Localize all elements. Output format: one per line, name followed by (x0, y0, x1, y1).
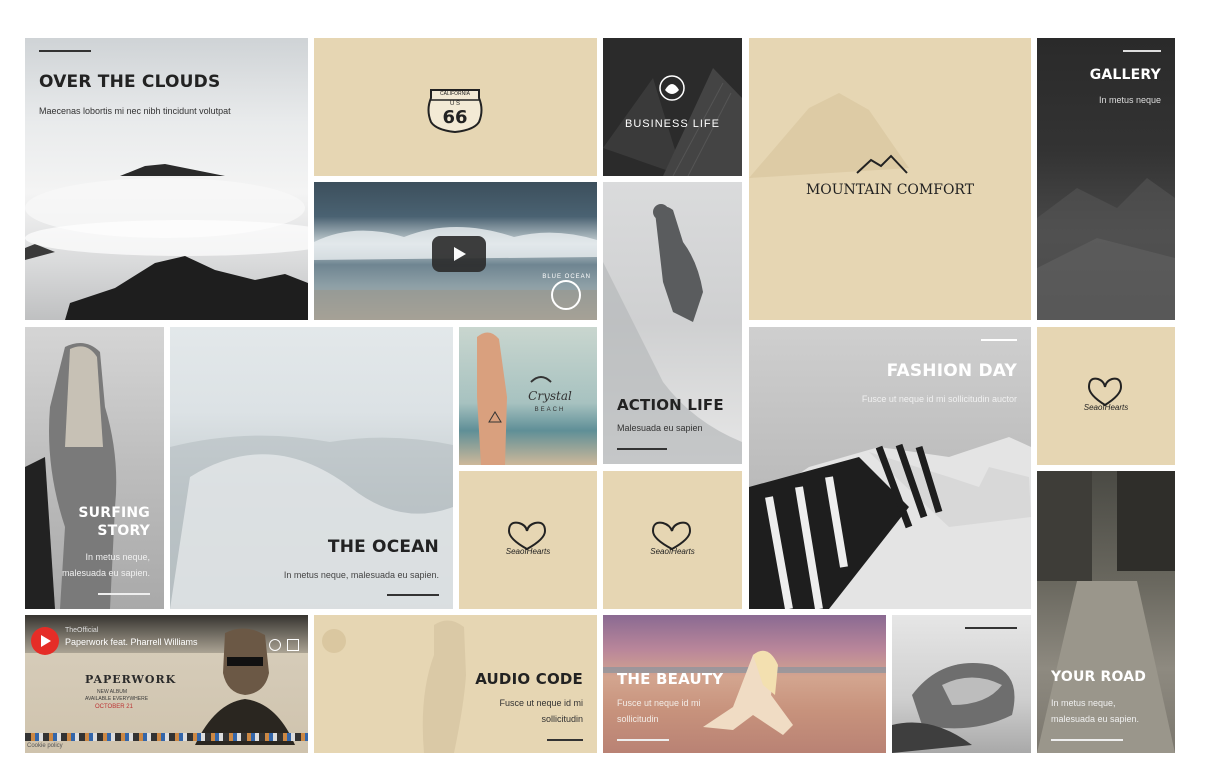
play-icon (454, 247, 466, 261)
tile-title: FASHION DAY (886, 361, 1017, 381)
title-bar (547, 739, 583, 741)
tile-subtitle-line-1: Fusce ut neque id mi (617, 698, 701, 708)
tile-sea-of-hearts-1[interactable]: SeaofHearts (1037, 327, 1175, 465)
tile-business-life[interactable]: BUSINESS LIFE (603, 38, 742, 176)
sea-of-hearts-label: SeaofHearts (1083, 403, 1129, 412)
tile-surfing-story[interactable]: SURFING STORY In metus neque, malesuada … (25, 327, 164, 609)
sea-of-hearts-label: SeaofHearts (505, 547, 551, 556)
tile-route-66[interactable]: CALIFORNIA U S 66 (314, 38, 597, 176)
route-66-number: 66 (442, 107, 468, 128)
tile-fashion-day[interactable]: FASHION DAY Fusce ut neque id mi sollici… (749, 327, 1031, 609)
tile-subtitle: In metus neque (1098, 95, 1161, 105)
tile-the-beauty[interactable]: THE BEAUTY Fusce ut neque id mi sollicit… (603, 615, 886, 753)
video-title[interactable]: Paperwork feat. Pharrell Williams (65, 637, 198, 647)
video-footer-text: Cookie policy (27, 743, 63, 749)
poster-title: PAPERWORK (85, 673, 177, 686)
tile-sea-of-hearts-3[interactable]: SeaofHearts (603, 471, 742, 609)
tile-audio-code[interactable]: AUDIO CODE Fusce ut neque id mi sollicit… (314, 615, 597, 753)
tile-action-life[interactable]: ACTION LIFE Malesuada eu sapien (603, 182, 742, 464)
crystal-beach-logo: Crystal (528, 389, 572, 403)
sea-of-hearts-label: SeaofHearts (650, 547, 695, 556)
tile-subtitle-line-1: In metus neque, (85, 552, 150, 562)
tile-subtitle: Fusce ut neque id mi sollicitudin auctor (861, 394, 1017, 404)
tile-subtitle-line-1: In metus neque, (1051, 698, 1116, 708)
tile-title: THE BEAUTY (617, 670, 724, 688)
mountain-comfort-label: MOUNTAIN COMFORT (805, 182, 975, 198)
tile-subtitle-line-2: sollicitudin (541, 714, 583, 724)
business-life-label: BUSINESS LIFE (625, 118, 720, 130)
tile-title: OVER THE CLOUDS (39, 72, 221, 92)
play-triangle-icon (41, 635, 51, 647)
tile-subtitle: Maecenas lobortis mi nec nibh tincidunt … (39, 106, 231, 116)
poster-line-4: OCTOBER 21 (95, 704, 133, 710)
mountain-comfort-logo-icon (749, 93, 909, 178)
singer-portrait-image (195, 628, 295, 745)
crystal-beach-logo-sub: BEACH (534, 407, 566, 413)
tile-subtitle-line-2: malesuada eu sapien. (1051, 714, 1140, 724)
tile-crystal-beach[interactable]: Crystal BEACH (459, 327, 597, 465)
title-bar (387, 594, 439, 596)
poster-line-2: NEW ALBUM (97, 689, 128, 695)
video-channel: TheOfficial (65, 627, 99, 634)
route-66-sign-top: CALIFORNIA (439, 91, 470, 97)
tile-title: ACTION LIFE (617, 396, 724, 414)
title-bar (39, 50, 91, 52)
title-bar (98, 593, 150, 595)
tile-sea-of-hearts-2[interactable]: SeaofHearts (459, 471, 597, 609)
tile-title: AUDIO CODE (475, 670, 583, 688)
tile-title-line-2: STORY (97, 523, 150, 539)
poster-line-3: AVAILABLE EVERYWHERE (85, 696, 149, 702)
tile-title-line-1: SURFING (78, 505, 150, 521)
tile-subtitle-line-1: Fusce ut neque id mi (499, 698, 583, 708)
hearts-logo-icon (1087, 377, 1123, 407)
building-image (603, 68, 742, 176)
hearts-logo-icon (507, 521, 547, 551)
tile-over-the-clouds[interactable]: OVER THE CLOUDS Maecenas lobortis mi nec… (25, 38, 308, 320)
tile-video-embed[interactable]: TheOfficial Paperwork feat. Pharrell Wil… (25, 615, 308, 753)
tile-shell-image[interactable] (892, 615, 1031, 753)
tile-title: GALLERY (1089, 67, 1161, 83)
tile-mountain-comfort[interactable]: MOUNTAIN COMFORT (749, 38, 1031, 320)
tile-title: YOUR ROAD (1051, 669, 1147, 685)
tile-gallery[interactable]: GALLERY In metus neque (1037, 38, 1175, 320)
tile-your-road[interactable]: YOUR ROAD In metus neque, malesuada eu s… (1037, 471, 1175, 753)
title-bar (1123, 50, 1161, 52)
tile-the-ocean[interactable]: THE OCEAN In metus neque, malesuada eu s… (170, 327, 453, 609)
play-button[interactable] (432, 236, 486, 272)
tile-subtitle: In metus neque, malesuada eu sapien. (283, 570, 439, 580)
blue-ocean-logo-icon (551, 280, 581, 310)
tile-subtitle-line-2: malesuada eu sapien. (61, 568, 150, 578)
youtube-play-icon[interactable] (31, 627, 59, 655)
title-bar (617, 739, 669, 741)
blue-ocean-logo-text: BLUE OCEAN (542, 274, 591, 280)
title-bar (981, 339, 1017, 341)
hearts-logo-icon (651, 521, 692, 551)
video-progress-strip (25, 733, 308, 741)
shell-image (892, 663, 1015, 753)
title-bar (965, 627, 1017, 629)
tile-subtitle: Malesuada eu sapien (617, 423, 703, 433)
title-bar (1051, 739, 1123, 741)
tile-blue-ocean-video[interactable]: BLUE OCEAN (314, 182, 597, 320)
tile-title: THE OCEAN (327, 537, 439, 557)
tile-subtitle-line-2: sollicitudin (617, 714, 659, 724)
title-bar (617, 448, 667, 450)
